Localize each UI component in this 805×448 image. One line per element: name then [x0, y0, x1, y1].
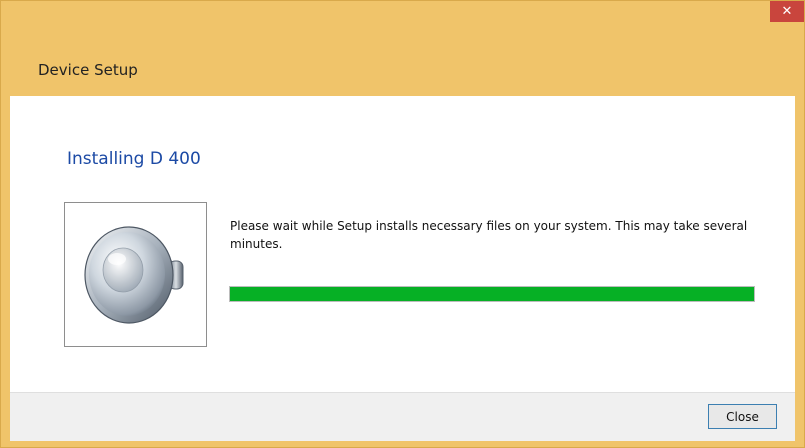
page-heading: Installing D 400 [67, 149, 201, 169]
speaker-icon [84, 226, 184, 324]
button-bar: Close [10, 392, 795, 441]
content-panel: Installing D 400 Please wait while Setup… [10, 96, 795, 392]
install-progress-bar [229, 286, 755, 302]
close-button[interactable]: Close [708, 404, 777, 429]
window-close-icon[interactable]: ✕ [770, 1, 804, 22]
status-message: Please wait while Setup installs necessa… [230, 219, 748, 251]
window-title: Device Setup [38, 61, 138, 79]
device-icon-frame [64, 202, 207, 347]
progress-fill [230, 287, 754, 301]
device-setup-window: ✕ Device Setup Installing D 400 Please w… [0, 0, 805, 448]
